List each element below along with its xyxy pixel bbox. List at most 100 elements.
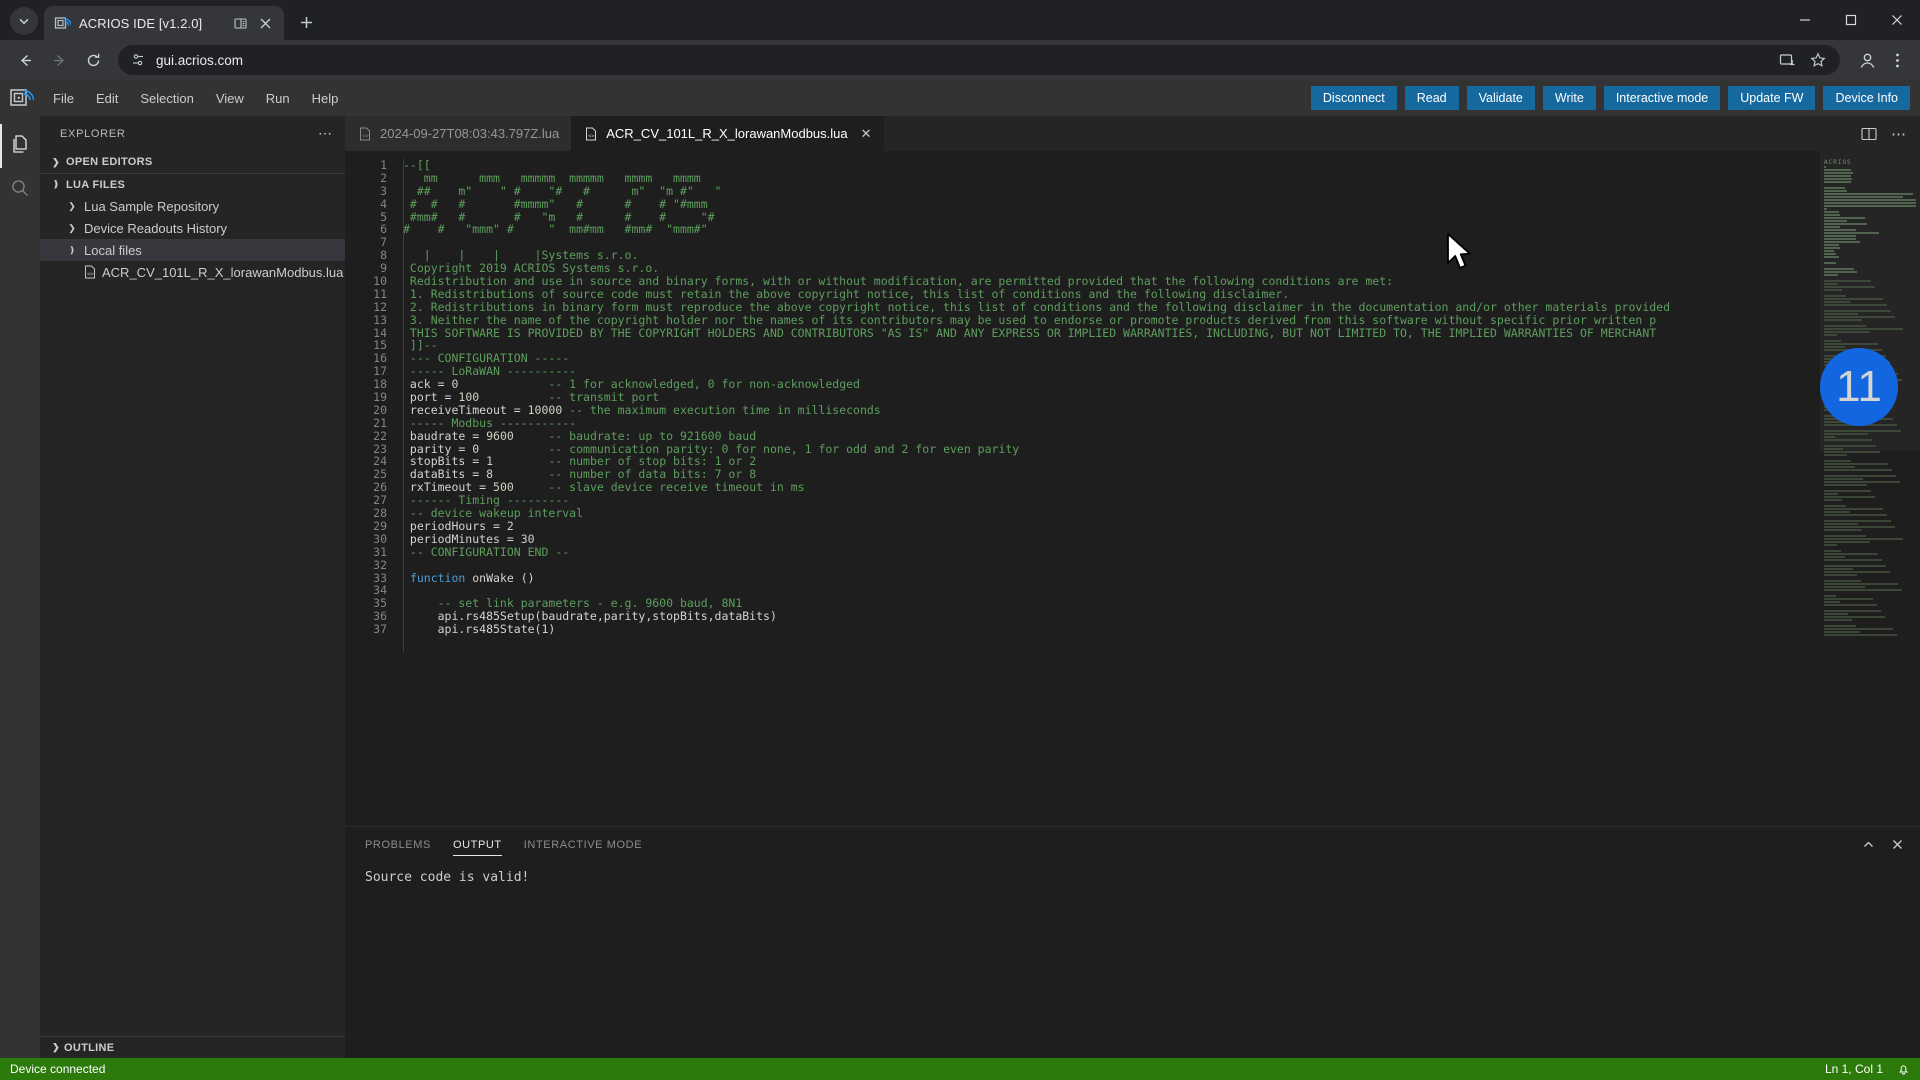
tree-item-lua-file[interactable]: <> ACR_CV_101L_R_X_lorawanModbus.lua: [40, 261, 345, 283]
browser-tab-active[interactable]: ACRIOS IDE [v1.2.0]: [44, 6, 284, 40]
sidebar-section-outline[interactable]: ❯ OUTLINE: [40, 1036, 345, 1058]
code-line[interactable]: receiveTimeout = 10000 -- the maximum ex…: [397, 402, 1820, 417]
menu-edit[interactable]: Edit: [85, 80, 129, 116]
code-editor[interactable]: 1 2 3 4 5 6 7 8 9 10 11 12 13 14 15 16 17 18 19 20 21 22 23 24 2…: [345, 151, 1920, 826]
chevron-up-icon[interactable]: [1862, 838, 1875, 851]
minimap-line: [1824, 460, 1851, 462]
line-number: 7: [380, 235, 387, 250]
code-line[interactable]: THIS SOFTWARE IS PROVIDED BY THE COPYRIG…: [397, 326, 1820, 340]
code-token: parity =: [403, 441, 473, 456]
code-token: 10000: [527, 402, 563, 417]
panel-tab-interactive-mode[interactable]: INTERACTIVE MODE: [524, 827, 642, 862]
split-editor-icon[interactable]: [1861, 126, 1877, 142]
panel-tab-problems[interactable]: PROBLEMS: [365, 827, 431, 862]
disconnect-button[interactable]: Disconnect: [1310, 86, 1397, 110]
code-token: 1: [486, 454, 494, 469]
omnibox-url[interactable]: gui.acrios.com: [156, 53, 1769, 68]
minimap-line: [1824, 622, 1889, 624]
interactive-mode-button[interactable]: Interactive mode: [1603, 86, 1721, 110]
editor-tab-readout[interactable]: <> 2024-09-27T08:03:43.797Z.lua: [345, 116, 572, 151]
line-number: 22: [373, 428, 387, 443]
line-number: 24: [373, 454, 387, 469]
tab-split-icon[interactable]: [232, 15, 248, 31]
code-token: 9600: [486, 428, 514, 443]
panel-tab-output[interactable]: OUTPUT: [452, 827, 502, 862]
minimap-line: [1824, 529, 1862, 531]
activitybar-item-explorer[interactable]: [0, 124, 40, 168]
code-line[interactable]: rxTimeout = 500 -- slave device receive …: [397, 481, 1820, 494]
window-close-icon[interactable]: [1874, 0, 1920, 40]
code-line[interactable]: ]]--: [397, 339, 1820, 352]
menu-selection[interactable]: Selection: [129, 80, 204, 116]
code-line[interactable]: # # "mmm" # " mm#mm #mm# "mmm#": [397, 223, 1820, 236]
panel-actions: [1862, 838, 1920, 851]
minimap-line: [1824, 547, 1874, 549]
minimap-line: [1824, 343, 1878, 345]
back-arrow-icon[interactable]: [10, 45, 40, 75]
bookmark-star-icon[interactable]: [1810, 52, 1826, 68]
minimap-line: [1824, 451, 1880, 453]
tab-search-icon[interactable]: [10, 7, 38, 35]
ellipsis-icon[interactable]: ⋯: [1891, 125, 1906, 143]
minimap-line: [1824, 490, 1871, 492]
editor-minimap[interactable]: ACRIOS: [1820, 151, 1920, 826]
line-number: 6: [380, 222, 387, 237]
line-number: 1: [380, 158, 387, 172]
three-dot-menu-icon[interactable]: [1884, 47, 1910, 73]
minimap-line: [1824, 568, 1853, 570]
panel-close-icon[interactable]: [1891, 838, 1904, 851]
line-number: 10: [373, 274, 387, 289]
sidebar-section-open-editors[interactable]: ❯ OPEN EDITORS: [40, 151, 345, 173]
minimap-line: [1824, 607, 1844, 609]
tree-item-lua-sample-repository[interactable]: ❯ Lua Sample Repository: [40, 195, 345, 217]
minimap-line: [1824, 493, 1838, 495]
code-line[interactable]: ------ Timing ---------: [397, 494, 1820, 507]
code-line[interactable]: periodHours = 2: [397, 519, 1820, 533]
menu-view[interactable]: View: [205, 80, 255, 116]
status-cursor-position[interactable]: Ln 1, Col 1: [1825, 1062, 1883, 1076]
write-button[interactable]: Write: [1542, 86, 1596, 110]
sidebar-section-lua-files[interactable]: ❫ LUA FILES: [40, 173, 345, 195]
activitybar-item-search[interactable]: [0, 168, 40, 212]
code-line[interactable]: [397, 559, 1820, 572]
minimap-line: [1824, 427, 1864, 429]
editor-tab-close-icon[interactable]: ✕: [861, 126, 872, 142]
code-line[interactable]: periodMinutes = 30: [397, 532, 1820, 546]
code-token: -- baudrate: up to 921600 baud: [513, 428, 757, 443]
code-line[interactable]: --- CONFIGURATION -----: [397, 352, 1820, 365]
code-line[interactable]: -- device wakeup interval: [397, 507, 1820, 520]
profile-icon[interactable]: [1854, 47, 1880, 73]
tree-item-device-readouts-history[interactable]: ❯ Device Readouts History: [40, 217, 345, 239]
code-content[interactable]: --[[ mm mmm mmmmm mmmmm mmmm mmmm ## m" …: [397, 151, 1820, 826]
site-settings-icon[interactable]: [130, 52, 146, 68]
line-number: 13: [373, 312, 387, 327]
menu-help[interactable]: Help: [301, 80, 350, 116]
minimap-line: [1824, 484, 1867, 486]
device-info-button[interactable]: Device Info: [1823, 86, 1910, 110]
minimize-icon[interactable]: [1782, 0, 1828, 40]
minimap-line: [1824, 442, 1839, 444]
tree-item-local-files[interactable]: ❫ Local files: [40, 239, 345, 261]
omnibox[interactable]: gui.acrios.com: [118, 45, 1840, 75]
menu-file[interactable]: File: [42, 80, 85, 116]
panel-tabbar: PROBLEMS OUTPUT INTERACTIVE MODE: [345, 827, 1920, 862]
install-app-icon[interactable]: [1779, 52, 1796, 69]
code-line[interactable]: api.rs485Setup(baudrate,parity,stopBits,…: [397, 610, 1820, 623]
line-number: 25: [373, 467, 387, 482]
maximize-icon[interactable]: [1828, 0, 1874, 40]
menu-run[interactable]: Run: [255, 80, 301, 116]
minimap-line: [1824, 331, 1870, 333]
code-token: | | | |Systems s.r.o.: [403, 248, 639, 263]
browser-tab-close-icon[interactable]: [256, 14, 274, 32]
read-button[interactable]: Read: [1404, 86, 1459, 110]
code-line[interactable]: function onWake (): [397, 571, 1820, 585]
editor-tab-lorawan-modbus[interactable]: <> ACR_CV_101L_R_X_lorawanModbus.lua ✕: [571, 116, 884, 151]
reload-icon[interactable]: [78, 45, 108, 75]
code-line[interactable]: -- CONFIGURATION END --: [397, 545, 1820, 559]
ellipsis-icon[interactable]: ⋯: [318, 125, 333, 142]
update-fw-button[interactable]: Update FW: [1728, 86, 1816, 110]
bell-icon[interactable]: [1897, 1063, 1910, 1076]
code-line[interactable]: api.rs485State(1): [397, 623, 1820, 636]
validate-button[interactable]: Validate: [1466, 86, 1535, 110]
new-tab-button[interactable]: [292, 8, 320, 36]
